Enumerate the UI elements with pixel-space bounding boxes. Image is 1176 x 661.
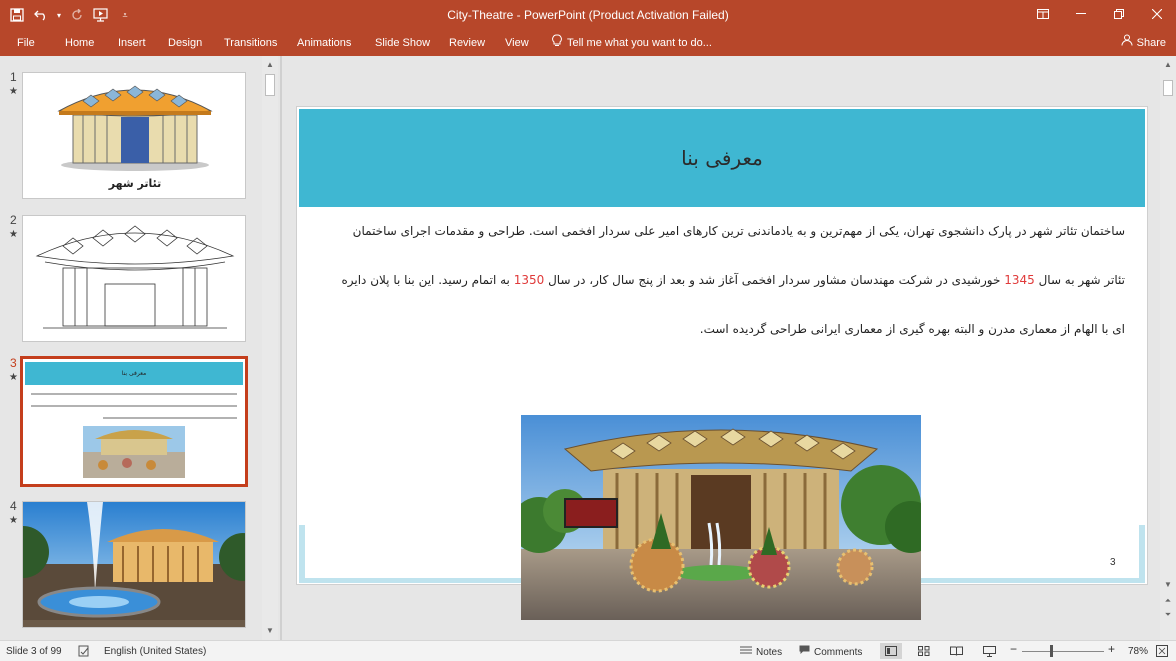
person-icon — [1121, 33, 1133, 53]
zoom-level[interactable]: 78% — [1128, 645, 1148, 658]
tab-file[interactable]: File — [17, 34, 35, 52]
thumbnail-number: 1 — [10, 70, 17, 84]
zoom-in-icon[interactable]: + — [1108, 643, 1115, 656]
thumbnail-number: 4 — [10, 499, 17, 513]
tab-animations[interactable]: Animations — [297, 34, 351, 52]
thumbnail-number: 3 — [10, 356, 17, 370]
lightbulb-icon — [552, 34, 562, 53]
comment-icon — [799, 645, 810, 659]
scroll-thumb[interactable] — [1163, 80, 1173, 96]
slide-body-text[interactable]: ساختمان تئاتر شهر در پارک دانشجوی تهران،… — [315, 219, 1125, 366]
slide-thumbnail-pane: 1 ★ تئاتر شهر 2 ★ 3 ★ معرفی بنا 4 ★ — [0, 56, 262, 640]
previous-slide-icon[interactable]: ⏶ — [1160, 594, 1176, 608]
tab-slide-show[interactable]: Slide Show — [375, 34, 430, 52]
notes-button[interactable]: Notes — [740, 645, 782, 659]
title-bar: ▾ ⩡ City-Theatre - PowerPoint (Product A… — [0, 0, 1176, 30]
slide-thumbnail-2[interactable] — [22, 215, 246, 342]
normal-view-icon[interactable] — [880, 643, 902, 659]
tab-review[interactable]: Review — [449, 34, 485, 52]
thumbnail-text-lines — [31, 393, 237, 478]
slide-counter[interactable]: Slide 3 of 99 — [6, 645, 62, 658]
year-highlight: 1345 — [1004, 273, 1035, 287]
comments-button[interactable]: Comments — [799, 645, 862, 659]
city-theatre-photo[interactable] — [521, 415, 921, 620]
ribbon-display-options-icon[interactable] — [1024, 0, 1062, 28]
animation-star-icon: ★ — [9, 86, 18, 97]
slide-show-icon[interactable] — [978, 643, 1000, 659]
zoom-slider[interactable] — [1022, 651, 1104, 652]
current-slide[interactable]: معرفی بنا ساختمان تئاتر شهر در پارک دانش… — [296, 106, 1148, 620]
body-line: تئاتر شهر به سال 1345 خورشیدی در شرکت مه… — [341, 273, 1125, 287]
zoom-slider-thumb[interactable] — [1050, 645, 1053, 657]
body-line: ساختمان تئاتر شهر در پارک دانشجوی تهران،… — [352, 224, 1125, 238]
slide-scrollbar[interactable]: ▲ ▼ ⏶ ⏷ — [1160, 56, 1176, 640]
reading-view-icon[interactable] — [945, 643, 967, 659]
zoom-out-icon[interactable]: − — [1010, 643, 1017, 656]
animation-star-icon: ★ — [9, 372, 18, 383]
window-controls — [1024, 0, 1176, 28]
ribbon-tabs: File Home Insert Design Transitions Anim… — [0, 30, 1176, 56]
scroll-up-icon[interactable]: ▲ — [1160, 58, 1176, 72]
close-icon[interactable] — [1138, 0, 1176, 28]
window-title: City-Theatre - PowerPoint (Product Activ… — [447, 8, 729, 22]
share-button[interactable]: Share — [1121, 33, 1166, 53]
tab-home[interactable]: Home — [65, 34, 94, 52]
tell-me-text: Tell me what you want to do... — [567, 37, 712, 49]
scroll-thumb[interactable] — [265, 74, 275, 96]
spelling-check-icon[interactable] — [78, 645, 90, 661]
share-label: Share — [1136, 37, 1166, 49]
slide-sorter-icon[interactable] — [913, 643, 935, 659]
thumbnail-number: 2 — [10, 213, 17, 227]
tab-view[interactable]: View — [505, 34, 529, 52]
thumbnail-scrollbar[interactable]: ▲ ▼ — [262, 56, 278, 640]
tab-design[interactable]: Design — [168, 34, 202, 52]
scroll-up-icon[interactable]: ▲ — [262, 58, 278, 72]
tell-me-box[interactable]: Tell me what you want to do... — [552, 34, 712, 53]
next-slide-icon[interactable]: ⏷ — [1160, 608, 1176, 622]
tab-insert[interactable]: Insert — [118, 34, 146, 52]
notes-icon — [740, 645, 752, 659]
slide-thumbnail-3[interactable]: معرفی بنا — [20, 356, 248, 487]
slide-title: معرفی بنا — [681, 146, 763, 170]
body-line: ای با الهام از معماری مدرن و البته بهره … — [699, 322, 1125, 336]
slide-thumbnail-1[interactable]: تئاتر شهر — [22, 72, 246, 199]
slide-editing-area: معرفی بنا ساختمان تئاتر شهر در پارک دانش… — [282, 56, 1160, 640]
notes-label: Notes — [756, 646, 783, 658]
status-bar: Slide 3 of 99 English (United States) No… — [0, 640, 1176, 661]
comments-label: Comments — [814, 646, 863, 658]
animation-star-icon: ★ — [9, 515, 18, 526]
animation-star-icon: ★ — [9, 229, 18, 240]
scroll-down-icon[interactable]: ▼ — [1160, 578, 1176, 592]
restore-icon[interactable] — [1100, 0, 1138, 28]
tab-transitions[interactable]: Transitions — [224, 34, 277, 52]
slide-thumbnail-4[interactable] — [22, 501, 246, 628]
theatre-illustration-sketch — [35, 225, 235, 329]
fit-slide-icon[interactable] — [1156, 645, 1168, 661]
slide-page-number: 3 — [1110, 557, 1116, 568]
thumbnail-caption: تئاتر شهر — [108, 177, 162, 190]
fountain-photo — [23, 502, 245, 627]
scroll-down-icon[interactable]: ▼ — [262, 624, 278, 638]
slide-title-box[interactable]: معرفی بنا — [299, 109, 1145, 207]
language-indicator[interactable]: English (United States) — [104, 645, 206, 658]
year-highlight: 1350 — [513, 273, 545, 287]
minimize-icon[interactable] — [1062, 0, 1100, 28]
